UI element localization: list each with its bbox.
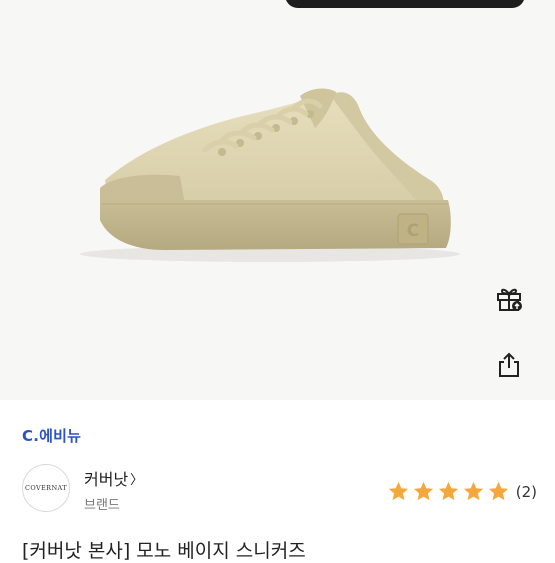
shop-name: 커버낫 (84, 470, 129, 489)
shop-subtitle: 브랜드 (84, 498, 120, 513)
star-icon (463, 481, 483, 501)
shop-logo[interactable]: COVERNAT (22, 464, 70, 512)
star-icon (438, 481, 458, 501)
shop-name-link[interactable]: 커버낫 〉 (84, 466, 143, 490)
gift-icon (497, 288, 522, 311)
chevron-right-icon: 〉 (130, 472, 144, 488)
svg-text:C: C (407, 221, 419, 241)
sneaker-image: C (80, 88, 460, 262)
shop-logo-text: COVERNAT (24, 484, 68, 492)
star-icon (413, 481, 433, 501)
seller-tag[interactable]: C.에비뉴 (22, 425, 81, 446)
star-icon (488, 481, 508, 501)
product-image[interactable]: C (0, 0, 555, 400)
shop-row[interactable]: COVERNAT 커버낫 〉 브랜드 (2) (22, 462, 537, 518)
review-count[interactable]: (2) (516, 483, 537, 501)
product-title: [커버낫 본사] 모노 베이지 스니커즈 (22, 540, 306, 562)
gift-button[interactable] (489, 278, 529, 318)
share-icon (499, 352, 519, 377)
share-button[interactable] (489, 345, 529, 385)
rating[interactable]: (2) (385, 480, 537, 503)
star-icon (388, 481, 408, 501)
